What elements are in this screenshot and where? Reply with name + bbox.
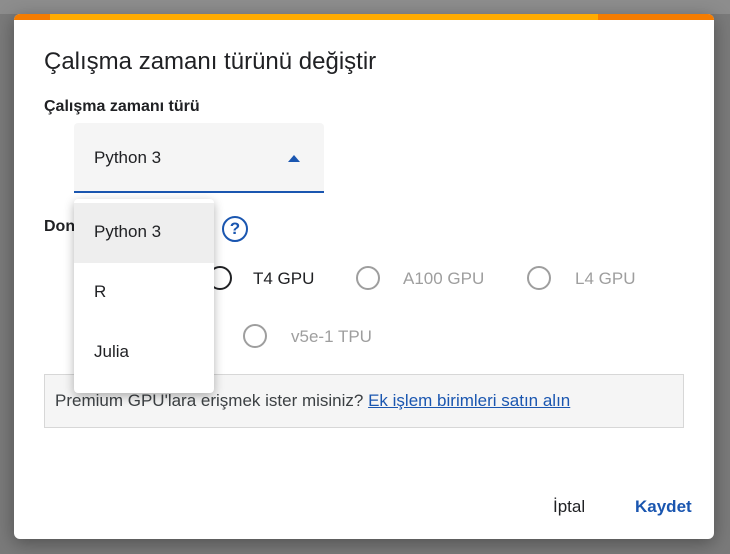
premium-gpu-text: Premium GPU'lara erişmek ister misiniz? [55, 391, 364, 410]
cancel-button[interactable]: İptal [553, 497, 585, 517]
menu-item-python3[interactable]: Python 3 [74, 203, 214, 263]
hardware-accelerator-label: Don [44, 218, 76, 235]
radio-label-v5e1-tpu: v5e-1 TPU [291, 327, 372, 346]
dialog-accent-bar [14, 14, 714, 20]
radio-a100-gpu[interactable] [356, 266, 380, 290]
buy-compute-units-link[interactable]: Ek işlem birimleri satın alın [368, 391, 570, 410]
runtime-type-label: Çalışma zamanı türü [44, 98, 200, 115]
change-runtime-dialog: Çalışma zamanı türünü değiştir Çalışma z… [14, 14, 714, 539]
runtime-selected-value: Python 3 [94, 148, 162, 167]
radio-label-t4-gpu: T4 GPU [253, 269, 315, 288]
radio-v5e1-tpu[interactable] [243, 324, 267, 348]
chevron-up-icon [288, 155, 300, 162]
runtime-type-select[interactable]: Python 3 [74, 123, 324, 193]
menu-item-julia[interactable]: Julia [74, 323, 214, 383]
menu-item-label: R [94, 282, 107, 301]
menu-item-r[interactable]: R [74, 263, 214, 323]
runtime-type-dropdown-menu: Python 3 R Julia [74, 199, 214, 393]
radio-label-l4-gpu: L4 GPU [575, 269, 636, 288]
help-circle-icon[interactable]: ? [222, 216, 248, 242]
radio-l4-gpu[interactable] [527, 266, 551, 290]
background-strip [0, 0, 730, 14]
menu-item-label: Julia [94, 342, 129, 361]
save-button[interactable]: Kaydet [635, 497, 692, 517]
premium-gpu-message: Premium GPU'lara erişmek ister misiniz? … [55, 391, 570, 411]
radio-label-a100-gpu: A100 GPU [403, 269, 485, 288]
menu-item-label: Python 3 [94, 222, 162, 241]
dialog-title: Çalışma zamanı türünü değiştir [44, 48, 377, 75]
